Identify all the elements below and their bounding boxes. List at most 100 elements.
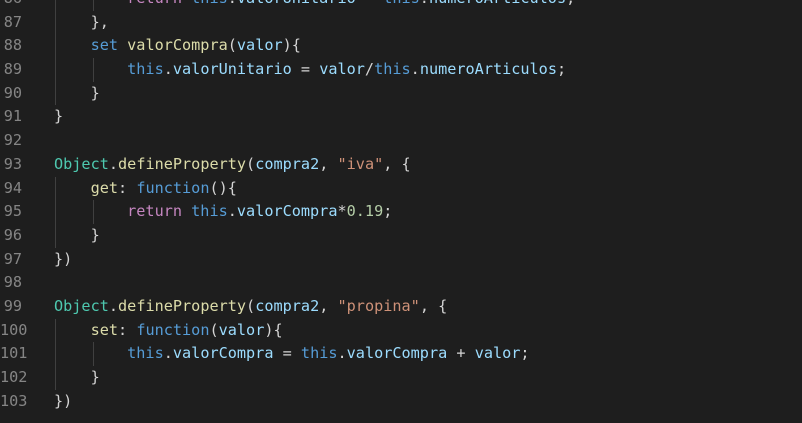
line-number: 88	[3, 36, 22, 55]
code-token: ;	[556, 60, 567, 79]
code-text: }	[54, 105, 63, 129]
code-token: Object	[54, 154, 109, 173]
code-token: (	[209, 320, 219, 339]
code-token: set	[54, 36, 128, 55]
code-token: (	[227, 36, 237, 55]
code-token: , {	[419, 296, 448, 315]
code-text: set: function(valor){	[54, 319, 283, 343]
code-text: }	[54, 366, 100, 390]
code-text: return this.valorCompra*0.19;	[54, 200, 392, 224]
code-text: this.valorCompra = this.valorCompra + va…	[54, 342, 530, 366]
code-token: ;	[520, 344, 530, 363]
code-token: /	[364, 60, 375, 79]
code-token: this	[374, 60, 411, 79]
line-number: 92	[3, 131, 22, 150]
line-number: 86	[0, 0, 22, 11]
code-token: })	[54, 391, 73, 410]
code-token: })	[54, 249, 73, 268]
code-token: numeroArticulos	[419, 60, 557, 79]
code-token: }	[54, 83, 100, 102]
code-token: .	[228, 0, 237, 7]
code-token: , {	[383, 154, 411, 173]
code-token: .	[227, 202, 237, 221]
line-number: 97	[3, 249, 22, 268]
line-number: 98	[3, 273, 22, 292]
code-token: function	[136, 178, 210, 197]
code-token: "iva"	[337, 154, 384, 173]
code-text: return this.valorUnitario * this.numeroA…	[54, 0, 575, 11]
code-token: this	[300, 344, 338, 363]
code-text: Object.defineProperty(compra2, "iva", {	[54, 153, 411, 177]
code-editor[interactable]: 86 return this.valorUnitario * this.nume…	[0, 0, 802, 423]
code-token: valorCompra	[127, 36, 228, 55]
code-text: set valorCompra(valor){	[54, 34, 301, 58]
code-token: .	[420, 0, 429, 7]
code-token: this	[191, 202, 228, 221]
code-token: }	[54, 368, 100, 386]
code-token: ;	[566, 0, 575, 7]
code-token: *	[356, 0, 383, 7]
code-text: })	[54, 248, 72, 272]
code-token: valorCompra	[346, 344, 448, 363]
code-token: valor	[319, 60, 365, 79]
code-token: :	[118, 320, 137, 339]
code-token: get	[54, 178, 119, 197]
code-token: =	[273, 344, 301, 363]
code-token: valor	[474, 344, 521, 363]
code-token: this	[191, 0, 228, 7]
code-token: ,	[319, 154, 338, 173]
code-token: ){	[282, 36, 301, 55]
code-token: (	[246, 296, 256, 315]
code-token: set	[54, 320, 119, 339]
code-text: Object.defineProperty(compra2, "propina"…	[54, 295, 447, 319]
code-token: =	[291, 60, 320, 79]
code-token: function	[136, 320, 210, 339]
code-token: compra2	[255, 154, 320, 173]
code-token: Object	[54, 296, 109, 315]
code-token: .	[163, 60, 173, 79]
code-token: valor	[236, 36, 283, 55]
line-number: 94	[3, 178, 22, 197]
code-token: .	[410, 60, 420, 79]
code-token: "propina"	[337, 296, 420, 315]
code-token: :	[118, 178, 137, 197]
code-text: get: function(){	[54, 177, 237, 201]
code-text: }	[54, 82, 100, 106]
code-token: ,	[319, 296, 338, 315]
code-token: return	[54, 0, 191, 7]
code-token: ;	[383, 202, 393, 221]
line-number: 87	[3, 12, 22, 31]
code-token: this	[54, 344, 164, 363]
line-number: 100	[0, 320, 28, 339]
line-number: 96	[3, 225, 22, 244]
line-number: 101	[0, 344, 28, 363]
code-text: },	[54, 11, 109, 35]
line-number: 91	[3, 107, 22, 126]
line-number: 103	[0, 391, 28, 410]
code-token: 0.19	[346, 202, 384, 221]
line-number: 90	[3, 83, 22, 102]
code-text: this.valorUnitario = valor/this.numeroAr…	[54, 58, 566, 82]
code-token: compra2	[255, 296, 320, 315]
code-token: }	[54, 225, 100, 244]
code-token: *	[337, 202, 347, 221]
code-token: numeroArticulos	[429, 0, 566, 7]
code-token: ){	[264, 320, 283, 339]
code-token: return	[54, 202, 192, 221]
code-token: .	[337, 344, 347, 363]
code-token: defineProperty	[118, 154, 247, 173]
code-text: })	[54, 390, 72, 414]
code-token: valorUnitario	[172, 60, 292, 79]
code-token: this	[54, 60, 164, 79]
code-token: valorCompra	[236, 202, 338, 221]
line-number: 89	[3, 60, 22, 79]
code-token: .	[163, 344, 173, 363]
code-token: (){	[209, 178, 237, 197]
code-token: }	[54, 107, 64, 126]
line-number: 99	[3, 296, 22, 315]
line-number: 102	[0, 368, 28, 386]
code-token: .	[108, 154, 119, 173]
code-token: valorUnitario	[237, 0, 356, 7]
code-token: +	[447, 344, 475, 363]
line-number: 95	[3, 202, 22, 221]
